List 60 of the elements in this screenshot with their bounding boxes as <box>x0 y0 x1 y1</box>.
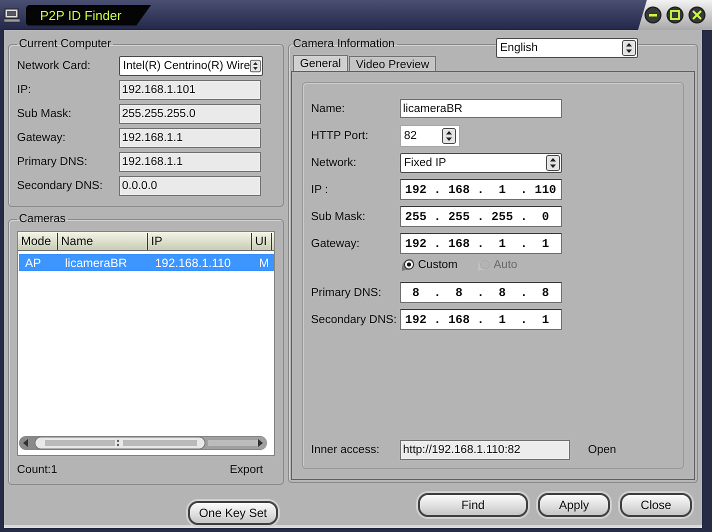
readonly-field: 192.168.1.1 <box>119 128 261 148</box>
field-label: Sub Mask: <box>311 210 366 222</box>
group-title: Current Computer <box>18 38 112 50</box>
dialog-button[interactable]: Find <box>418 493 528 517</box>
radio-icon[interactable] <box>400 257 416 273</box>
radio-button[interactable]: Custom <box>400 257 458 273</box>
open-link[interactable]: Open <box>588 444 616 456</box>
app-icon <box>4 7 20 23</box>
port-spinbox[interactable]: 82 <box>400 124 460 146</box>
export-link[interactable]: Export <box>230 464 263 476</box>
group-title: Camera Information <box>292 38 396 50</box>
field-label: Sub Mask: <box>17 108 72 120</box>
column-header[interactable]: Mode <box>18 232 58 250</box>
horizontal-scrollbar[interactable] <box>19 435 267 451</box>
field-label: Inner access: <box>311 444 380 456</box>
field-label: Gateway: <box>17 132 67 144</box>
minimize-icon[interactable] <box>644 6 662 24</box>
readonly-field: 0.0.0.0 <box>119 176 261 196</box>
dialog-button[interactable]: Close <box>620 493 692 517</box>
tab[interactable]: Video Preview <box>348 56 436 72</box>
window-title: P2P ID Finder <box>26 4 152 26</box>
field-label: HTTP Port: <box>311 130 370 142</box>
field-label: Primary DNS: <box>311 286 382 298</box>
language-select[interactable]: English <box>496 38 638 58</box>
field-label: IP: <box>17 84 32 96</box>
maximize-icon[interactable] <box>666 6 684 24</box>
field-label: Primary DNS: <box>17 156 88 168</box>
field-label: Network Card: <box>17 60 92 72</box>
ip-address-field[interactable]: 255 . 255 . 255 . 0 <box>400 206 562 227</box>
ip-address-field[interactable]: 8 . 8 . 8 . 8 <box>400 282 562 303</box>
name-field[interactable]: licameraBR <box>400 99 562 118</box>
column-header[interactable]: UI <box>252 232 272 250</box>
field-label: Name: <box>311 102 346 114</box>
table-cell-text: 192.168.1.110 <box>154 256 232 270</box>
readonly-field: 255.255.255.0 <box>119 104 261 124</box>
group-title: Cameras <box>18 213 67 225</box>
one-key-set-button[interactable]: One Key Set <box>188 501 278 525</box>
ip-address-field[interactable]: 192 . 168 . 1 . 1 <box>400 233 562 254</box>
network-card-select[interactable]: Intel(R) Centrino(R) Wire <box>119 56 263 76</box>
network-select[interactable]: Fixed IP <box>400 152 562 172</box>
field-label: Gateway: <box>311 238 361 250</box>
readonly-field: 192.168.1.1 <box>119 152 261 172</box>
table-cell-text: AP <box>24 256 42 270</box>
dialog-button[interactable]: Apply <box>538 493 610 517</box>
inner-access-field: http://192.168.1.110:82 <box>400 440 570 460</box>
close-icon[interactable] <box>688 6 706 24</box>
column-header[interactable]: Name <box>58 232 148 250</box>
table-cell-text: M <box>258 256 270 270</box>
readonly-field: 192.168.1.101 <box>119 80 261 100</box>
spin-arrows-icon[interactable] <box>442 128 456 144</box>
ip-address-field[interactable]: 192 . 168 . 1 . 1 <box>400 309 562 330</box>
ip-address-field[interactable]: 192 . 168 . 1 . 110 <box>400 179 562 200</box>
field-label: Secondary DNS: <box>311 314 398 326</box>
field-label: IP : <box>311 184 330 196</box>
field-label: Secondary DNS: <box>17 180 104 192</box>
field-label: Network: <box>311 156 358 168</box>
count-label: Count:1 <box>17 464 58 476</box>
tab[interactable]: General <box>293 55 348 72</box>
table-cell-text: licameraBR <box>64 256 128 270</box>
column-header[interactable]: IP <box>148 232 252 250</box>
